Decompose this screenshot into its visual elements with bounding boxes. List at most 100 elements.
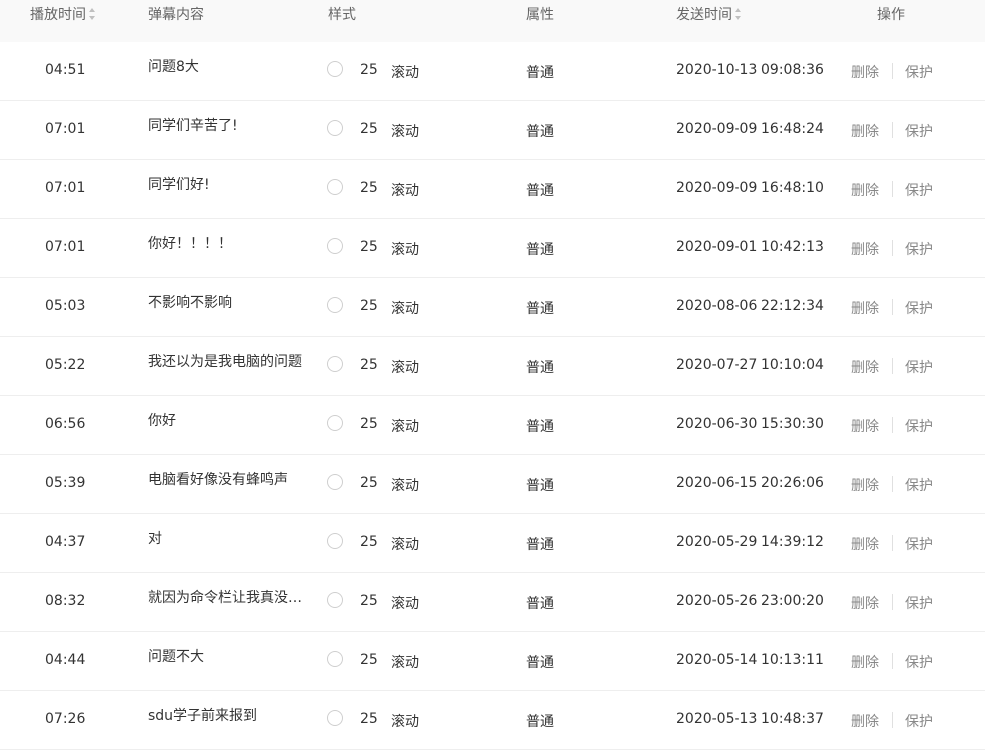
- delete-button[interactable]: 删除: [851, 652, 879, 672]
- scroll-mode: 滚动: [391, 714, 419, 730]
- header-play-time[interactable]: 播放时间: [30, 6, 96, 24]
- header-content: 弹幕内容: [148, 7, 204, 23]
- protect-button[interactable]: 保护: [905, 475, 933, 495]
- send-date: 2020-06-15: [676, 475, 758, 491]
- danmaku-content: sdu学子前来报到: [148, 708, 258, 724]
- color-swatch-icon: [327, 474, 343, 490]
- table-row: 04:51 问题8大 25 滚动 普通 2020-10-13 09:08:36 …: [0, 42, 985, 101]
- protect-button[interactable]: 保护: [905, 357, 933, 377]
- attribute: 普通: [526, 714, 554, 730]
- danmaku-content: 就因为命令栏让我真没…: [148, 590, 302, 606]
- danmaku-content: 你好！！！！: [148, 236, 232, 252]
- font-size: 25: [360, 593, 378, 609]
- protect-button[interactable]: 保护: [905, 534, 933, 554]
- color-swatch-icon: [327, 533, 343, 549]
- delete-button[interactable]: 删除: [851, 357, 879, 377]
- send-date: 2020-09-01: [676, 239, 758, 255]
- divider: [892, 358, 893, 374]
- protect-button[interactable]: 保护: [905, 180, 933, 200]
- scroll-mode: 滚动: [391, 183, 419, 199]
- font-size: 25: [360, 239, 378, 255]
- attribute: 普通: [526, 124, 554, 140]
- divider: [892, 240, 893, 256]
- protect-button[interactable]: 保护: [905, 121, 933, 141]
- header-actions: 操作: [877, 7, 905, 23]
- danmaku-content: 对: [148, 531, 162, 547]
- protect-button[interactable]: 保护: [905, 416, 933, 436]
- play-time: 05:39: [45, 475, 86, 491]
- play-time: 08:32: [45, 593, 86, 609]
- protect-button[interactable]: 保护: [905, 711, 933, 731]
- font-size: 25: [360, 711, 378, 727]
- table-body: 04:51 问题8大 25 滚动 普通 2020-10-13 09:08:36 …: [0, 42, 985, 750]
- send-date: 2020-05-14: [676, 652, 758, 668]
- table-row: 07:26 sdu学子前来报到 25 滚动 普通 2020-05-13 10:4…: [0, 691, 985, 750]
- scroll-mode: 滚动: [391, 478, 419, 494]
- delete-button[interactable]: 删除: [851, 593, 879, 613]
- delete-button[interactable]: 删除: [851, 121, 879, 141]
- color-swatch-icon: [327, 651, 343, 667]
- delete-button[interactable]: 删除: [851, 180, 879, 200]
- divider: [892, 476, 893, 492]
- header-style: 样式: [328, 7, 356, 23]
- danmaku-content: 问题8大: [148, 59, 199, 75]
- sort-icon[interactable]: [89, 8, 96, 20]
- scroll-mode: 滚动: [391, 419, 419, 435]
- divider: [892, 63, 893, 79]
- play-time: 05:03: [45, 298, 86, 314]
- play-time: 06:56: [45, 416, 86, 432]
- delete-button[interactable]: 删除: [851, 239, 879, 259]
- protect-button[interactable]: 保护: [905, 62, 933, 82]
- color-swatch-icon: [327, 710, 343, 726]
- protect-button[interactable]: 保护: [905, 593, 933, 613]
- send-date: 2020-07-27: [676, 357, 758, 373]
- send-time: 22:12:34: [761, 298, 824, 314]
- header-send-time[interactable]: 发送时间: [676, 6, 742, 24]
- send-time: 16:48:10: [761, 180, 824, 196]
- send-time: 16:48:24: [761, 121, 824, 137]
- delete-button[interactable]: 删除: [851, 475, 879, 495]
- scroll-mode: 滚动: [391, 537, 419, 553]
- danmaku-content: 你好: [148, 413, 176, 429]
- scroll-mode: 滚动: [391, 655, 419, 671]
- sort-icon[interactable]: [735, 8, 742, 20]
- play-time: 05:22: [45, 357, 86, 373]
- scroll-mode: 滚动: [391, 65, 419, 81]
- attribute: 普通: [526, 596, 554, 612]
- attribute: 普通: [526, 655, 554, 671]
- play-time: 07:26: [45, 711, 86, 727]
- protect-button[interactable]: 保护: [905, 652, 933, 672]
- protect-button[interactable]: 保护: [905, 239, 933, 259]
- color-swatch-icon: [327, 61, 343, 77]
- play-time: 04:37: [45, 534, 86, 550]
- table-row: 08:32 就因为命令栏让我真没… 25 滚动 普通 2020-05-26 23…: [0, 573, 985, 632]
- send-date: 2020-09-09: [676, 180, 758, 196]
- font-size: 25: [360, 534, 378, 550]
- divider: [892, 712, 893, 728]
- protect-button[interactable]: 保护: [905, 298, 933, 318]
- table-row: 05:03 不影响不影响 25 滚动 普通 2020-08-06 22:12:3…: [0, 278, 985, 337]
- send-date: 2020-10-13: [676, 62, 758, 78]
- table-row: 06:56 你好 25 滚动 普通 2020-06-30 15:30:30 删除…: [0, 396, 985, 455]
- danmaku-content: 问题不大: [148, 649, 204, 665]
- delete-button[interactable]: 删除: [851, 534, 879, 554]
- delete-button[interactable]: 删除: [851, 298, 879, 318]
- font-size: 25: [360, 121, 378, 137]
- play-time: 04:51: [45, 62, 86, 78]
- attribute: 普通: [526, 360, 554, 376]
- divider: [892, 653, 893, 669]
- divider: [892, 417, 893, 433]
- divider: [892, 181, 893, 197]
- delete-button[interactable]: 删除: [851, 711, 879, 731]
- divider: [892, 594, 893, 610]
- scroll-mode: 滚动: [391, 360, 419, 376]
- divider: [892, 299, 893, 315]
- send-date: 2020-08-06: [676, 298, 758, 314]
- attribute: 普通: [526, 183, 554, 199]
- delete-button[interactable]: 删除: [851, 416, 879, 436]
- font-size: 25: [360, 357, 378, 373]
- table-row: 04:44 问题不大 25 滚动 普通 2020-05-14 10:13:11 …: [0, 632, 985, 691]
- play-time: 07:01: [45, 121, 86, 137]
- font-size: 25: [360, 416, 378, 432]
- delete-button[interactable]: 删除: [851, 62, 879, 82]
